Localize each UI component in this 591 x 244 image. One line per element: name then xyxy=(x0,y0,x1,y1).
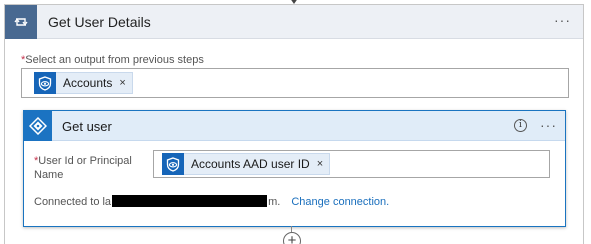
get-user-card: Get user i ··· *User Id or Principal Nam… xyxy=(23,110,566,227)
user-id-field-label-text: User Id or Principal Name xyxy=(34,155,132,181)
output-field-label: *Select an output from previous steps xyxy=(21,54,204,66)
shield-eye-icon xyxy=(34,72,56,94)
remove-token-icon[interactable]: × xyxy=(317,158,323,170)
get-user-header[interactable]: Get user i ··· xyxy=(24,111,565,141)
get-user-title[interactable]: Get user xyxy=(62,119,112,134)
loop-icon xyxy=(5,5,37,39)
user-id-field-label: *User Id or Principal Name xyxy=(34,154,154,182)
connection-info: Connected to la m. Change connection. xyxy=(34,195,389,208)
flow-designer-canvas: Get User Details ··· *Select an output f… xyxy=(0,0,591,244)
more-options-icon[interactable]: ··· xyxy=(554,13,571,27)
info-icon[interactable]: i xyxy=(514,119,527,132)
more-options-icon[interactable]: ··· xyxy=(540,118,557,132)
change-connection-link[interactable]: Change connection. xyxy=(291,196,389,208)
output-input[interactable]: Accounts × xyxy=(21,68,569,98)
azure-ad-diamond-icon xyxy=(24,111,52,141)
apply-to-each-title[interactable]: Get User Details xyxy=(48,14,151,30)
accounts-token[interactable]: Accounts × xyxy=(34,72,133,94)
connection-suffix: m. xyxy=(268,196,281,208)
user-id-input[interactable]: Accounts AAD user ID × xyxy=(153,150,550,178)
add-step-button[interactable]: + xyxy=(283,232,301,244)
output-field-label-text: Select an output from previous steps xyxy=(25,54,204,66)
redacted-account xyxy=(112,195,268,207)
accounts-aad-user-id-token[interactable]: Accounts AAD user ID × xyxy=(162,153,331,175)
remove-token-icon[interactable]: × xyxy=(119,77,125,89)
connection-prefix: Connected to la xyxy=(34,196,112,208)
accounts-token-label: Accounts xyxy=(63,76,113,90)
accounts-aad-user-id-token-label: Accounts AAD user ID xyxy=(191,157,310,171)
shield-eye-icon xyxy=(162,153,184,175)
apply-to-each-header[interactable]: Get User Details ··· xyxy=(5,5,583,39)
